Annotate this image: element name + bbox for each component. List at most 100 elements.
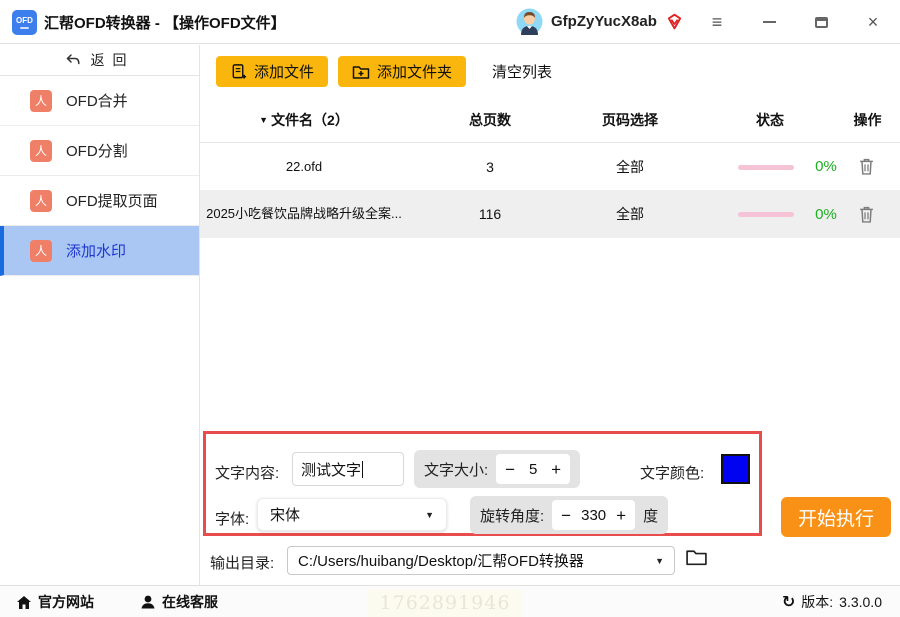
avatar [516,8,543,35]
pdf-file-icon: 人 [30,139,52,162]
file-name: 22.ofd [285,159,323,174]
angle-decrease-button[interactable]: − [561,507,571,524]
username: GfpZyYucX8ab [551,13,657,30]
version-label: 版本: [801,594,834,610]
close-icon[interactable]: × [864,12,882,32]
trash-icon [859,206,873,223]
app-window: OFD 汇帮OFD转换器 - 【操作OFD文件】 GfpZyYucX8ab ≡ … [0,0,900,617]
start-execute-button[interactable]: 开始执行 [781,497,891,537]
file-pages: 3 [486,158,494,175]
font-family-value: 宋体 [270,507,301,524]
back-button[interactable]: 返回 [0,45,199,76]
folder-icon [686,550,707,566]
maximize-icon[interactable] [812,13,830,31]
size-increase-button[interactable]: + [551,461,561,478]
watermark-settings-panel: 文字内容: 测试文字 文字大小: − 5 + 文字颜色: 字体: 宋体 ▼ 旋转… [203,431,762,536]
back-arrow-icon [66,54,80,65]
column-header-action: 操作 [853,112,882,128]
sidebar-item-label: 添加水印 [66,243,127,260]
add-folder-button[interactable]: 添加文件夹 [338,56,467,87]
minimize-icon[interactable] [760,13,778,31]
column-header-status: 状态 [756,112,784,128]
window-controls: ≡ × [708,0,882,44]
color-picker-swatch[interactable] [721,454,750,484]
user-account[interactable]: GfpZyYucX8ab [516,8,684,35]
sidebar-item-ofd-split[interactable]: 人 OFD分割 [0,126,199,176]
angle-increase-button[interactable]: + [616,507,626,524]
sidebar-item-ofd-extract[interactable]: 人 OFD提取页面 [0,176,199,226]
delete-row-button[interactable] [853,143,879,190]
table-row: 22.ofd 3 全部 0% [200,143,900,190]
sidebar-item-label: OFD合并 [66,93,128,110]
sidebar-item-label: OFD提取页面 [66,193,158,210]
progress-bar [738,212,794,217]
chevron-down-icon: ▼ [425,509,434,520]
add-file-label: 添加文件 [254,64,315,81]
delete-row-button[interactable] [853,190,879,238]
page-select-value: 全部 [616,158,644,175]
back-label: 返回 [90,52,135,68]
app-logo-text: OFD [16,15,33,25]
font-size-group: 文字大小: − 5 + [414,450,581,488]
font-size-stepper: − 5 + [496,454,571,484]
vip-badge-icon [667,13,682,30]
official-website-link[interactable]: 官方网站 [16,586,94,617]
folder-plus-icon [352,65,370,79]
column-header-filename[interactable]: ▼ 文件名（2） [204,98,404,142]
status-bar: 官方网站 在线客服 1762891946 ↻ 版本: 3.3.0.0 [0,585,900,617]
output-dir-label: 输出目录: [210,555,275,572]
sidebar-item-label: OFD分割 [66,143,128,160]
font-label: 字体: [215,511,250,528]
watermark-text-input[interactable]: 测试文字 [292,452,404,486]
browse-folder-button[interactable] [685,548,708,570]
file-toolbar: 添加文件 添加文件夹 清空列表 [216,56,552,87]
degree-unit-label: 度 [643,507,659,525]
sort-icon: ▼ [259,115,269,125]
progress-percent: 0% [815,158,837,175]
output-dir-path: C:/Users/huibang/Desktop/汇帮OFD转换器 [298,553,584,570]
pdf-file-icon: 人 [30,239,52,262]
progress-percent: 0% [815,205,837,223]
table-row: 2025小吃餐饮品牌战略升级全案... 116 全部 0% [200,190,900,238]
home-icon [17,595,31,609]
refresh-icon[interactable]: ↻ [782,592,795,612]
clear-list-button[interactable]: 清空列表 [492,61,552,82]
progress-bar [738,164,794,170]
sidebar: 返回 人 OFD合并 人 OFD分割 人 OFD提取页面 人 添加水印 [0,45,200,585]
app-logo-icon: OFD [12,10,37,35]
column-header-pages: 总页数 [469,112,511,128]
file-name: 2025小吃餐饮品牌战略升级全案... [206,206,402,221]
window-title: 汇帮OFD转换器 - 【操作OFD文件】 [44,15,286,32]
title-bar: OFD 汇帮OFD转换器 - 【操作OFD文件】 GfpZyYucX8ab ≡ … [0,0,900,44]
font-family-select[interactable]: 宋体 ▼ [257,498,447,531]
add-file-button[interactable]: 添加文件 [216,56,329,87]
rotation-angle-stepper: − 330 + [552,500,636,530]
sidebar-item-add-watermark[interactable]: 人 添加水印 [0,226,199,276]
menu-icon[interactable]: ≡ [708,12,726,32]
add-folder-label: 添加文件夹 [377,64,453,81]
pdf-file-icon: 人 [30,189,52,212]
watermark-text-value: 测试文字 [301,461,362,479]
license-watermark: 1762891946 [368,589,522,617]
document-plus-icon [232,64,247,79]
column-header-page-select: 页码选择 [602,112,658,128]
rotation-angle-value: 330 [581,506,607,524]
version-info: ↻ 版本: 3.3.0.0 [782,586,882,617]
sidebar-item-ofd-merge[interactable]: 人 OFD合并 [0,76,199,126]
file-pages: 116 [478,206,502,222]
text-caret [362,460,364,478]
rotation-angle-label: 旋转角度: [480,507,545,525]
page-select-value: 全部 [616,206,644,222]
chevron-down-icon: ▼ [655,555,664,566]
pdf-file-icon: 人 [30,89,52,112]
person-icon [141,595,155,609]
version-number: 3.3.0.0 [839,594,882,610]
text-color-label: 文字颜色: [640,465,705,482]
table-header: ▼ 文件名（2） 总页数 页码选择 状态 操作 [200,98,900,143]
size-decrease-button[interactable]: − [505,461,515,478]
output-dir-select[interactable]: C:/Users/huibang/Desktop/汇帮OFD转换器 ▼ [287,546,675,575]
font-size-label: 文字大小: [424,461,489,479]
online-support-link[interactable]: 在线客服 [140,586,218,617]
font-size-value: 5 [528,460,538,478]
rotation-angle-group: 旋转角度: − 330 + 度 [470,496,669,534]
